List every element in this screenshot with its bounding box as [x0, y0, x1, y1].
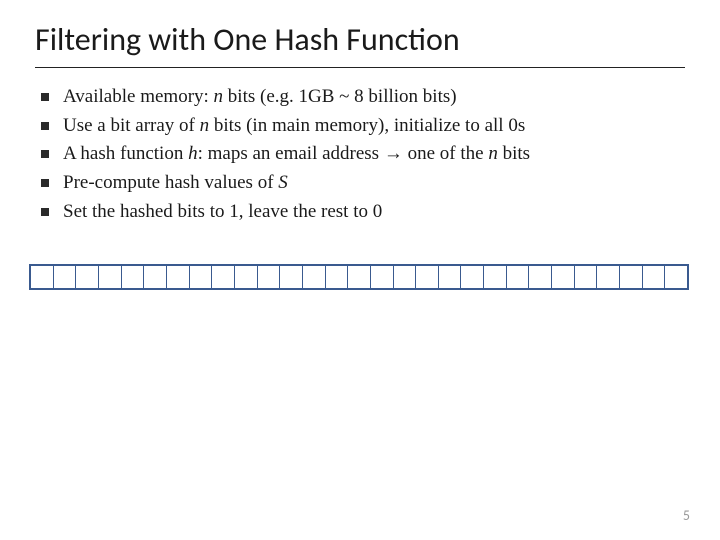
bit-cell: [552, 266, 575, 288]
bullet-list: Available memory: n bits (e.g. 1GB ~ 8 b…: [35, 84, 685, 224]
text-segment: bits (in main memory), initialize to all…: [209, 115, 525, 136]
bit-cell: [76, 266, 99, 288]
bit-cell: [348, 266, 371, 288]
bit-cell: [507, 266, 530, 288]
bit-cell: [371, 266, 394, 288]
slide-container: Filtering with One Hash Function Availab…: [0, 0, 720, 310]
bit-cell: [122, 266, 145, 288]
bit-cell: [643, 266, 666, 288]
text-segment: A hash function: [63, 143, 188, 164]
bit-cell: [167, 266, 190, 288]
page-number: 5: [683, 507, 690, 524]
bullet-marker-icon: [41, 150, 49, 158]
list-item: Pre-compute hash values of S: [41, 170, 685, 196]
bit-cell: [484, 266, 507, 288]
bit-cell: [597, 266, 620, 288]
bullet-text: Use a bit array of n bits (in main memor…: [63, 113, 685, 139]
bit-array-diagram: [29, 264, 689, 290]
bullet-text: Available memory: n bits (e.g. 1GB ~ 8 b…: [63, 84, 685, 110]
list-item: Available memory: n bits (e.g. 1GB ~ 8 b…: [41, 84, 685, 110]
list-item: A hash function h: maps an email address…: [41, 141, 685, 167]
bullet-marker-icon: [41, 179, 49, 187]
bit-cell: [439, 266, 462, 288]
bit-cell: [575, 266, 598, 288]
italic-var: S: [278, 172, 288, 193]
bullet-text: Pre-compute hash values of S: [63, 170, 685, 196]
list-item: Use a bit array of n bits (in main memor…: [41, 113, 685, 139]
bit-cell: [529, 266, 552, 288]
bullet-marker-icon: [41, 122, 49, 130]
slide-title: Filtering with One Hash Function: [35, 20, 685, 68]
italic-var: h: [188, 143, 198, 164]
bit-cell: [416, 266, 439, 288]
text-segment: Set the hashed bits to 1, leave the rest…: [63, 201, 382, 222]
bullet-marker-icon: [41, 93, 49, 101]
bit-cell: [258, 266, 281, 288]
bit-cell: [461, 266, 484, 288]
bit-cell: [212, 266, 235, 288]
bullet-marker-icon: [41, 208, 49, 216]
bit-cell: [620, 266, 643, 288]
bit-cell: [326, 266, 349, 288]
bit-cell: [99, 266, 122, 288]
bit-cell: [280, 266, 303, 288]
bit-cell: [235, 266, 258, 288]
bit-cell: [303, 266, 326, 288]
text-segment: bits: [498, 143, 530, 164]
bullet-text: A hash function h: maps an email address…: [63, 141, 685, 167]
bit-cell: [665, 266, 687, 288]
italic-var: n: [200, 115, 210, 136]
italic-var: n: [488, 143, 498, 164]
bit-cell: [394, 266, 417, 288]
bit-cell: [54, 266, 77, 288]
text-segment: Available memory:: [63, 86, 214, 107]
text-segment: : maps an email address → one of the: [198, 143, 489, 164]
bit-cell: [190, 266, 213, 288]
text-segment: Use a bit array of: [63, 115, 200, 136]
bullet-text: Set the hashed bits to 1, leave the rest…: [63, 199, 685, 225]
list-item: Set the hashed bits to 1, leave the rest…: [41, 199, 685, 225]
italic-var: n: [214, 86, 224, 107]
text-segment: bits (e.g. 1GB ~ 8 billion bits): [223, 86, 457, 107]
bit-cell: [144, 266, 167, 288]
bit-cell: [31, 266, 54, 288]
text-segment: Pre-compute hash values of: [63, 172, 278, 193]
